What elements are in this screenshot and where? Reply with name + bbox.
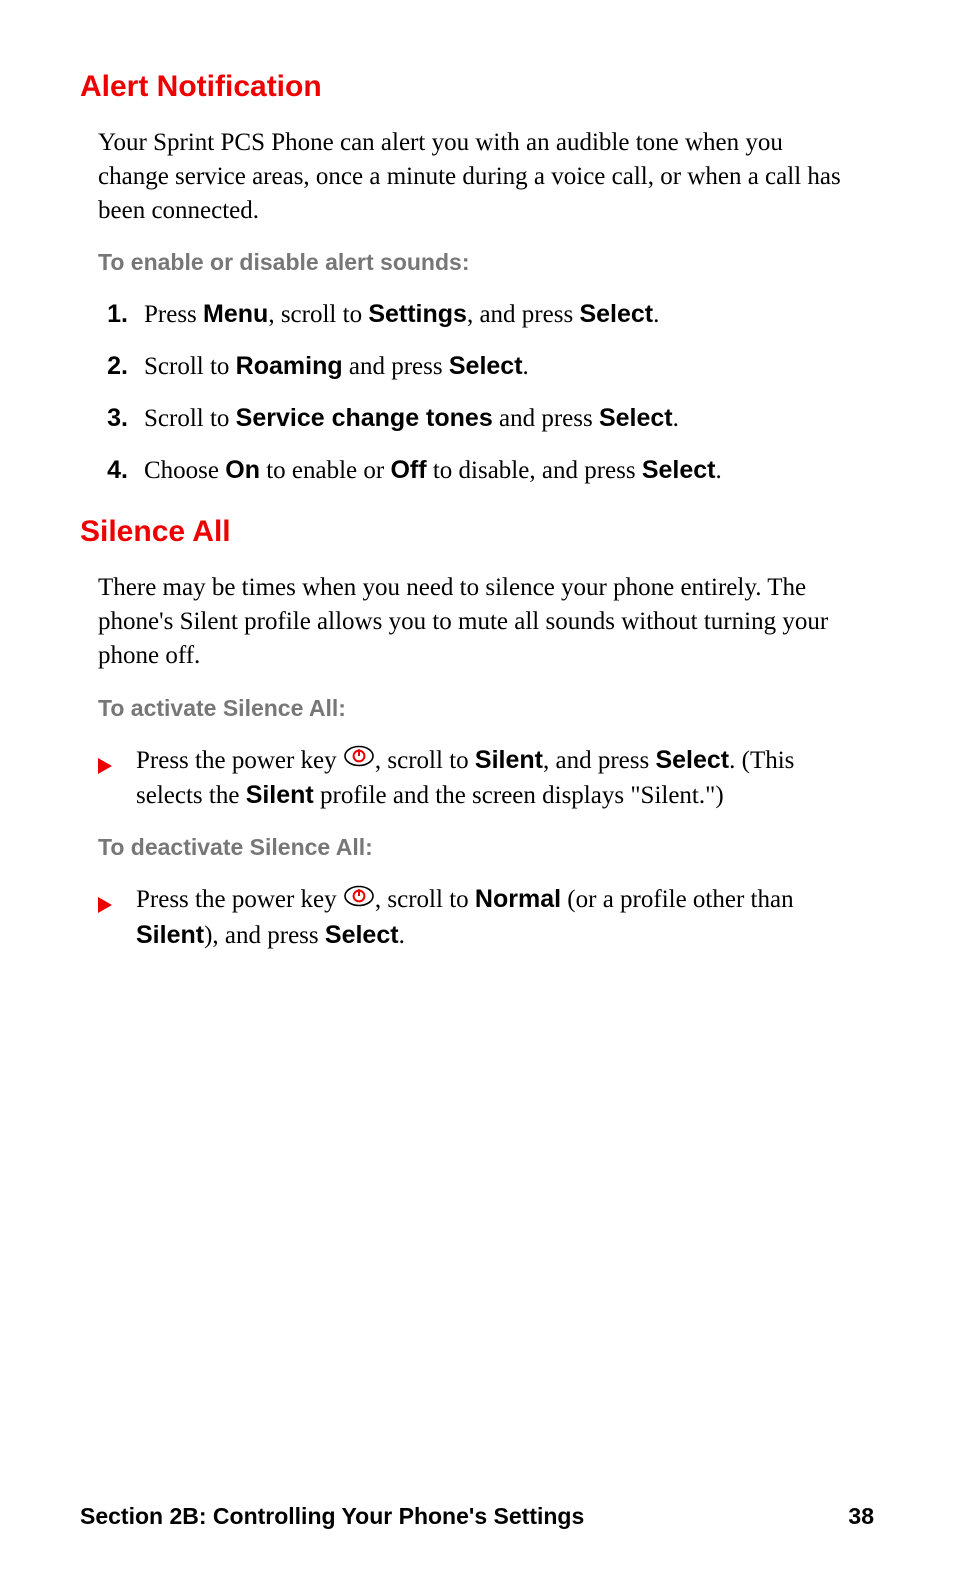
triangle-bullet-icon bbox=[98, 883, 136, 923]
silence-activate-list: Press the power key , scroll to Silent, … bbox=[98, 744, 856, 813]
heading-alert-notification: Alert Notification bbox=[80, 70, 874, 104]
power-key-icon bbox=[343, 883, 375, 917]
silence-deactivate-subhead: To deactivate Silence All: bbox=[98, 834, 856, 861]
silence-activate-subhead: To activate Silence All: bbox=[98, 695, 856, 722]
step-number: 2. bbox=[98, 350, 144, 384]
list-item: Press the power key , scroll to Normal (… bbox=[98, 883, 856, 952]
step-text: Scroll to Roaming and press Select. bbox=[144, 350, 856, 384]
step-4: 4. Choose On to enable or Off to disable… bbox=[98, 454, 856, 488]
page-footer: Section 2B: Controlling Your Phone's Set… bbox=[80, 1503, 874, 1530]
step-1: 1. Press Menu, scroll to Settings, and p… bbox=[98, 298, 856, 332]
silence-intro-paragraph: There may be times when you need to sile… bbox=[98, 571, 856, 672]
step-text: Scroll to Service change tones and press… bbox=[144, 402, 856, 436]
heading-silence-all: Silence All bbox=[80, 515, 874, 549]
step-text: Choose On to enable or Off to disable, a… bbox=[144, 454, 856, 488]
list-item: Press the power key , scroll to Silent, … bbox=[98, 744, 856, 813]
step-number: 3. bbox=[98, 402, 144, 436]
alert-subhead: To enable or disable alert sounds: bbox=[98, 249, 856, 276]
step-2: 2. Scroll to Roaming and press Select. bbox=[98, 350, 856, 384]
footer-page-number: 38 bbox=[848, 1503, 874, 1530]
footer-section-title: Section 2B: Controlling Your Phone's Set… bbox=[80, 1503, 584, 1530]
bullet-text: Press the power key , scroll to Silent, … bbox=[136, 744, 856, 813]
silence-deactivate-list: Press the power key , scroll to Normal (… bbox=[98, 883, 856, 952]
document-page: Alert Notification Your Sprint PCS Phone… bbox=[0, 0, 954, 1590]
step-text: Press Menu, scroll to Settings, and pres… bbox=[144, 298, 856, 332]
alert-steps-list: 1. Press Menu, scroll to Settings, and p… bbox=[98, 298, 856, 487]
alert-intro-paragraph: Your Sprint PCS Phone can alert you with… bbox=[98, 126, 856, 227]
triangle-bullet-icon bbox=[98, 744, 136, 784]
step-3: 3. Scroll to Service change tones and pr… bbox=[98, 402, 856, 436]
step-number: 1. bbox=[98, 298, 144, 332]
bullet-text: Press the power key , scroll to Normal (… bbox=[136, 883, 856, 952]
power-key-icon bbox=[343, 743, 375, 777]
step-number: 4. bbox=[98, 454, 144, 488]
